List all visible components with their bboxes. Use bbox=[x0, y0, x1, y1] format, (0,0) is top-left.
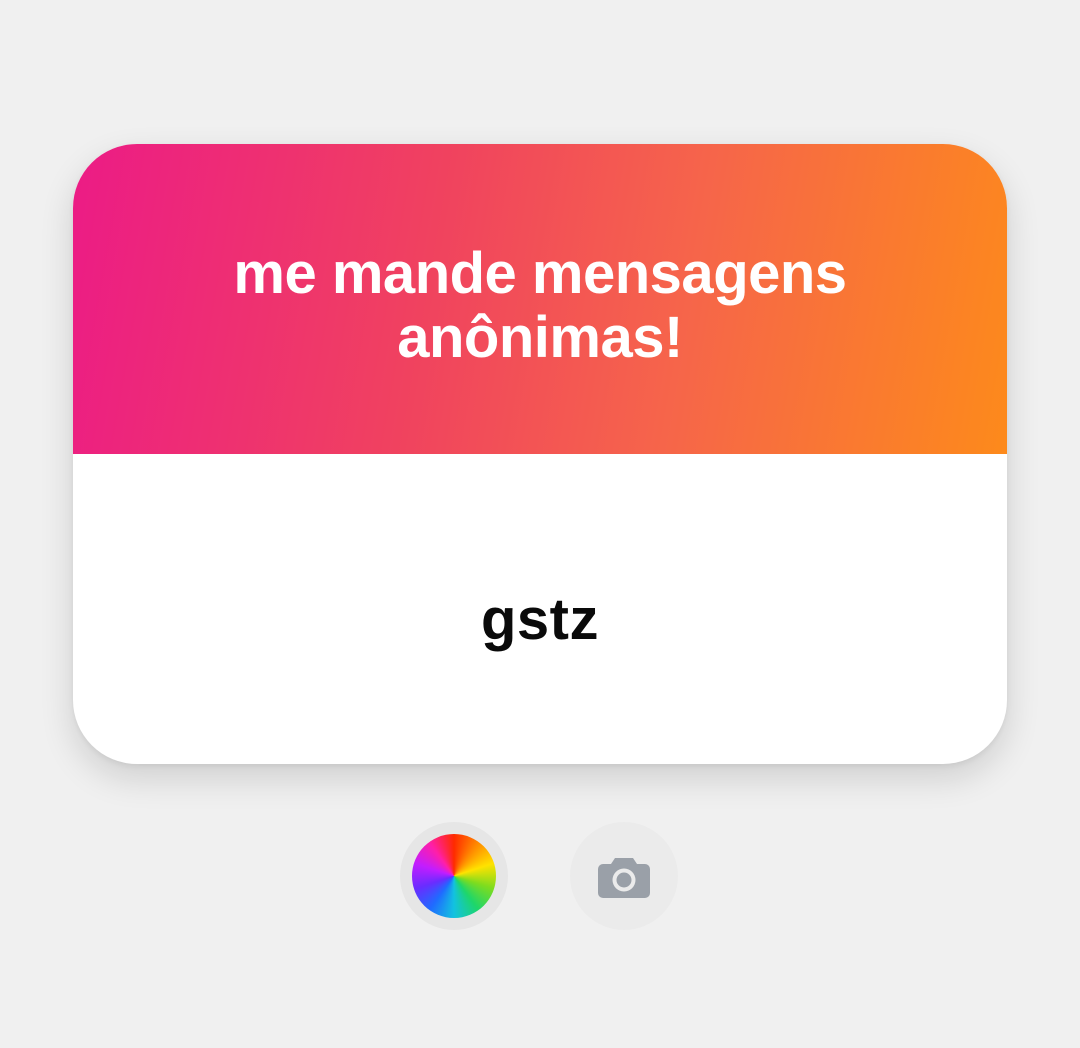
anonymous-messages-card: me mande mensagens anônimas! gstz bbox=[73, 144, 1007, 764]
sticker-controls bbox=[0, 822, 1080, 932]
card-header: me mande mensagens anônimas! bbox=[73, 144, 1007, 454]
color-wheel-icon bbox=[412, 834, 496, 918]
camera-icon bbox=[594, 846, 654, 906]
card-body: gstz bbox=[73, 454, 1007, 764]
card-title: me mande mensagens anônimas! bbox=[233, 241, 847, 370]
username-label: gstz bbox=[481, 586, 599, 652]
camera-button[interactable] bbox=[570, 822, 678, 930]
color-picker-button[interactable] bbox=[400, 822, 508, 930]
